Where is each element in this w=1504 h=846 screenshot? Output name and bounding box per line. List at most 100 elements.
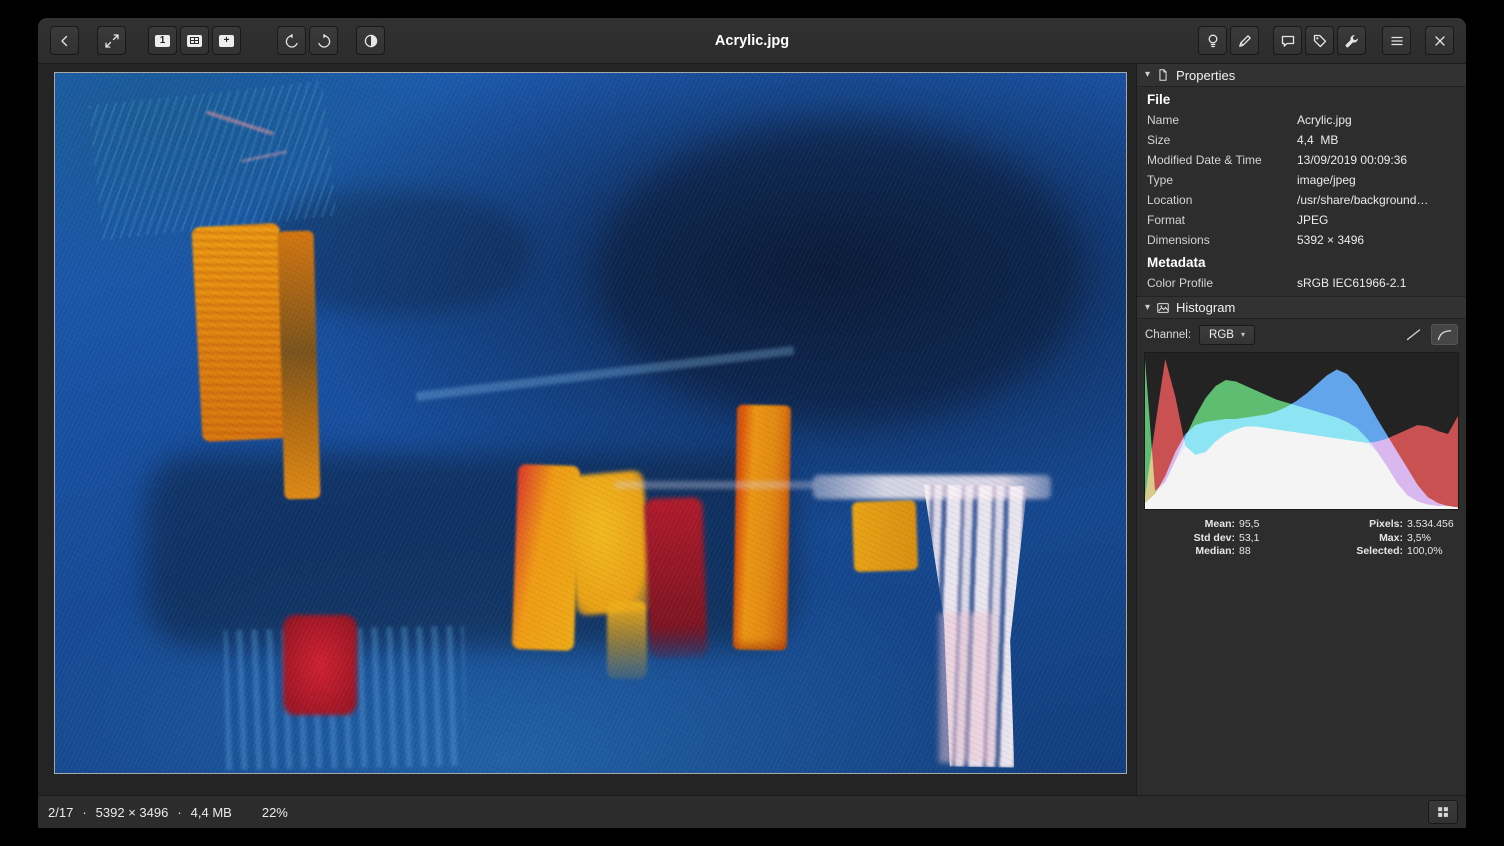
histogram-plot[interactable]	[1144, 352, 1459, 510]
property-value: Acrylic.jpg	[1297, 113, 1352, 128]
rotate-button-group	[277, 26, 338, 55]
image-viewer[interactable]	[38, 64, 1136, 795]
metadata-button-group	[1273, 26, 1366, 55]
wrench-icon	[1344, 33, 1360, 49]
properties-panel: File Name Acrylic.jpg Size 4,4 MB Modifi…	[1137, 87, 1466, 293]
property-row: Name Acrylic.jpg	[1137, 110, 1466, 130]
stat-label: Selected:	[1315, 545, 1403, 559]
fullscreen-button[interactable]	[97, 26, 126, 55]
adjust-button-group	[1198, 26, 1259, 55]
rotate-right-button[interactable]	[309, 26, 338, 55]
properties-title: Properties	[1176, 68, 1235, 83]
histogram-expander[interactable]: ▾ Histogram	[1137, 296, 1466, 319]
tag-icon	[1312, 33, 1328, 49]
property-label: Color Profile	[1147, 276, 1297, 291]
close-icon	[1432, 33, 1448, 49]
histogram-stats: Mean: 95,5 Pixels: 3.534.456 Std dev: 53…	[1137, 516, 1466, 565]
property-label: Dimensions	[1147, 233, 1297, 248]
statusbar: 2/17 · 5392 × 3496 · 4,4 MB 22%	[38, 795, 1466, 828]
logarithmic-histogram-button[interactable]	[1431, 324, 1458, 345]
histogram-toolbar: Channel: RGB ▾	[1137, 319, 1466, 349]
log-scale-icon	[1437, 328, 1452, 341]
stat-value: 53,1	[1239, 532, 1311, 546]
property-row: Size 4,4 MB	[1137, 130, 1466, 150]
histogram-title: Histogram	[1176, 300, 1235, 315]
property-label: Name	[1147, 113, 1297, 128]
menu-button[interactable]	[1382, 26, 1411, 55]
wrench-button[interactable]	[1337, 26, 1366, 55]
zoom-original-icon: 1	[155, 35, 170, 47]
screen: 1 +	[0, 0, 1504, 846]
close-button[interactable]	[1425, 26, 1454, 55]
back-button[interactable]	[50, 26, 79, 55]
zoom-original-button[interactable]: 1	[148, 26, 177, 55]
property-label: Type	[1147, 173, 1297, 188]
property-row: Color Profile sRGB IEC61966-2.1	[1137, 273, 1466, 293]
stat-label: Median:	[1145, 545, 1235, 559]
comment-button[interactable]	[1273, 26, 1302, 55]
chevron-down-icon: ▾	[1241, 330, 1245, 339]
document-icon	[1156, 68, 1170, 82]
stat-label: Pixels:	[1315, 518, 1403, 532]
grid-icon	[1436, 805, 1450, 819]
comment-bubble-icon	[1280, 33, 1296, 49]
section-heading-file: File	[1137, 87, 1466, 110]
paint-canvas-texture	[55, 73, 1126, 773]
brush-button[interactable]	[1230, 26, 1259, 55]
contrast-circle-icon	[363, 33, 379, 49]
rotate-left-button[interactable]	[277, 26, 306, 55]
image-icon	[1156, 301, 1170, 315]
channel-label: Channel:	[1145, 329, 1191, 341]
contrast-button[interactable]	[356, 26, 385, 55]
property-value: JPEG	[1297, 213, 1328, 228]
linear-histogram-button[interactable]	[1400, 324, 1427, 345]
property-label: Size	[1147, 133, 1297, 148]
stat-label: Std dev:	[1145, 532, 1235, 546]
zoom-in-icon: +	[219, 35, 234, 47]
zoom-fit-icon	[187, 35, 202, 47]
linear-scale-icon	[1406, 328, 1421, 341]
image-viewer-window: 1 +	[38, 18, 1466, 828]
stat-value: 88	[1239, 545, 1311, 559]
statusbar-info: 2/17 · 5392 × 3496 · 4,4 MB	[48, 805, 232, 820]
stat-value: 95,5	[1239, 518, 1311, 532]
property-row: Modified Date & Time 13/09/2019 00:09:36	[1137, 150, 1466, 170]
stat-value: 3,5%	[1407, 532, 1458, 546]
property-value: /usr/share/background…	[1297, 193, 1428, 208]
statusbar-size: 4,4 MB	[191, 805, 232, 820]
lightbulb-button[interactable]	[1198, 26, 1227, 55]
stat-label: Mean:	[1145, 518, 1235, 532]
lightbulb-icon	[1205, 33, 1221, 49]
brush-icon	[1237, 33, 1253, 49]
fullscreen-arrows-icon	[104, 33, 120, 49]
property-row: Format JPEG	[1137, 210, 1466, 230]
image-frame	[54, 72, 1127, 774]
rotate-left-icon	[284, 33, 300, 49]
stat-value: 3.534.456	[1407, 518, 1458, 532]
stat-label: Max:	[1315, 532, 1403, 546]
statusbar-zoom: 22%	[262, 805, 288, 820]
properties-expander[interactable]: ▾ Properties	[1137, 64, 1466, 87]
headerbar: 1 +	[38, 18, 1466, 64]
toolbar-right	[1198, 18, 1466, 63]
property-row: Location /usr/share/background…	[1137, 190, 1466, 210]
statusbar-separator: ·	[82, 805, 86, 820]
window-title: Acrylic.jpg	[715, 33, 789, 49]
property-label: Location	[1147, 193, 1297, 208]
scale-button-group	[1400, 324, 1458, 345]
channel-select[interactable]: RGB ▾	[1199, 325, 1255, 345]
tag-button[interactable]	[1305, 26, 1334, 55]
zoom-fit-button[interactable]	[180, 26, 209, 55]
image-canvas[interactable]	[55, 73, 1126, 773]
statusbar-dimensions: 5392 × 3496	[96, 805, 169, 820]
thumbnails-toggle-button[interactable]	[1428, 800, 1458, 824]
zoom-button-group: 1 +	[148, 26, 241, 55]
property-value: 13/09/2019 00:09:36	[1297, 153, 1407, 168]
rotate-right-icon	[316, 33, 332, 49]
zoom-in-button[interactable]: +	[212, 26, 241, 55]
toolbar-left: 1 +	[38, 18, 385, 63]
properties-sidebar: ▾ Properties File Name Acrylic.jpg Size …	[1136, 64, 1466, 795]
hamburger-menu-icon	[1389, 33, 1405, 49]
property-value: sRGB IEC61966-2.1	[1297, 276, 1406, 291]
statusbar-position: 2/17	[48, 805, 73, 820]
